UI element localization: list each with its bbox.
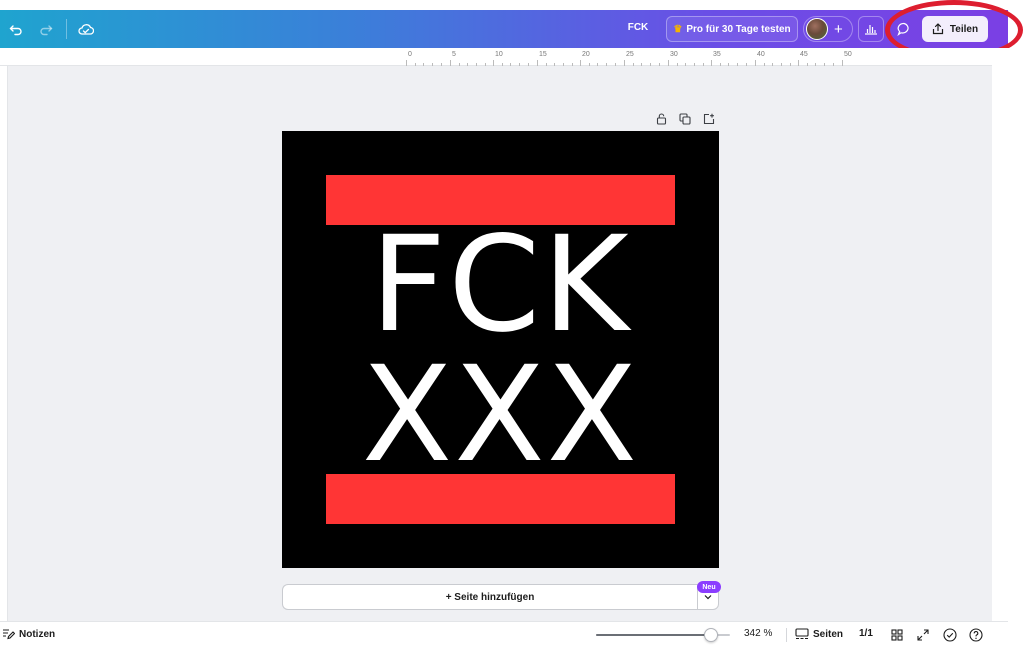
editor-window: FCK ♛ Pro für 30 Tage testen + Teilen 0 5…	[0, 0, 1024, 647]
page-counter[interactable]: 1/1	[859, 628, 873, 639]
notes-label: Notizen	[19, 628, 56, 640]
share-button[interactable]: Teilen	[922, 16, 988, 42]
ruler-label: 35	[713, 51, 721, 58]
chevron-down-icon	[704, 595, 712, 600]
ruler-label: 40	[757, 51, 765, 58]
bar-chart-icon	[865, 25, 877, 35]
pages-icon	[795, 628, 809, 640]
pages-button[interactable]: Seiten	[795, 628, 843, 640]
bottom-red-bar[interactable]	[326, 474, 675, 524]
duplicate-page-icon[interactable]	[678, 112, 692, 126]
ruler-label: 15	[539, 51, 547, 58]
add-page-button[interactable]: + Seite hinzufügen	[282, 584, 697, 610]
ruler-label: 25	[626, 51, 634, 58]
collaborators-group[interactable]: +	[803, 16, 853, 42]
zoom-slider-fill	[596, 634, 711, 636]
share-label: Teilen	[949, 23, 979, 35]
ruler-label: 20	[582, 51, 590, 58]
fullscreen-icon[interactable]	[915, 627, 931, 643]
horizontal-ruler: 0 5 10 15 20 25 30 35 40 45 50	[0, 48, 1008, 66]
lock-icon[interactable]	[654, 112, 668, 126]
upload-icon	[932, 23, 944, 35]
pro-trial-button[interactable]: ♛ Pro für 30 Tage testen	[666, 16, 798, 42]
right-margin	[992, 48, 1024, 647]
ruler-label: 0	[408, 51, 412, 58]
pro-trial-label: Pro für 30 Tage testen	[686, 23, 791, 35]
ruler-label: 45	[800, 51, 808, 58]
ruler-label: 5	[452, 51, 456, 58]
vertical-ruler	[0, 66, 8, 621]
ruler-label: 30	[670, 51, 678, 58]
new-badge: Neu	[697, 581, 721, 593]
comment-button[interactable]	[891, 16, 917, 42]
crown-icon: ♛	[673, 23, 683, 35]
undo-icon[interactable]	[6, 19, 26, 39]
check-circle-icon[interactable]	[942, 627, 958, 643]
ruler-label: 50	[844, 51, 852, 58]
pages-label: Seiten	[813, 628, 844, 640]
design-page[interactable]: FCK XXX	[282, 131, 719, 568]
top-toolbar: FCK ♛ Pro für 30 Tage testen + Teilen	[0, 10, 1008, 48]
redo-icon[interactable]	[36, 19, 56, 39]
notes-icon	[3, 629, 15, 640]
add-collaborator-icon[interactable]: +	[834, 22, 843, 37]
avatar[interactable]	[806, 18, 828, 40]
insights-button[interactable]	[858, 16, 884, 42]
footer-divider	[786, 628, 787, 642]
design-text-line2[interactable]: XXX	[282, 345, 719, 485]
zoom-level[interactable]: 342 %	[744, 628, 772, 639]
zoom-slider-thumb[interactable]	[704, 628, 718, 642]
toolbar-divider	[66, 19, 67, 39]
design-text-line1[interactable]: FCK	[282, 215, 719, 355]
cloud-saved-icon[interactable]	[76, 19, 96, 39]
grid-view-icon[interactable]	[889, 627, 905, 643]
bottom-toolbar: Notizen 342 % Seiten 1/1	[0, 621, 1008, 647]
document-title[interactable]: FCK	[620, 22, 656, 33]
add-page-icon[interactable]	[702, 112, 716, 126]
ruler-label: 10	[495, 51, 503, 58]
notes-button[interactable]: Notizen	[2, 628, 55, 640]
comment-icon	[897, 22, 909, 36]
help-icon[interactable]	[968, 627, 984, 643]
